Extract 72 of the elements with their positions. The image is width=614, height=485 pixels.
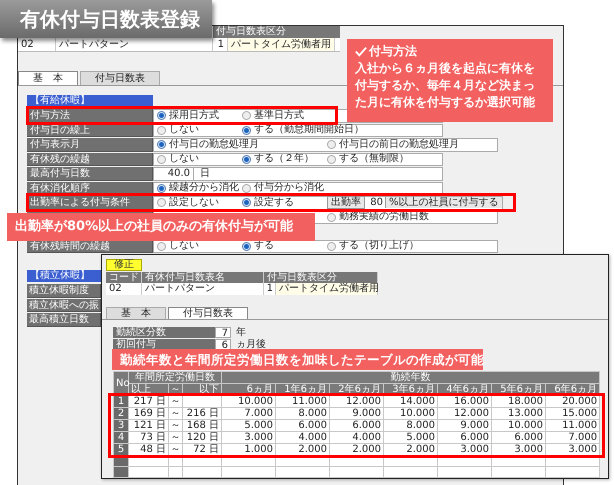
table-cell: 5.000 <box>222 420 276 432</box>
field-label: 最高付与日数 <box>27 167 153 180</box>
table-cell: 4.000 <box>330 432 384 444</box>
field-label: 付与表示月 <box>27 138 153 152</box>
unit-label: ヵ月後 <box>235 339 266 350</box>
field-label: 付与方法 <box>27 109 153 122</box>
column-header: コード <box>106 272 142 283</box>
callout-title: 付与方法 <box>369 43 417 60</box>
field-label: 最高積立日数 <box>27 313 101 326</box>
table-cell: 7.000 <box>222 408 276 420</box>
table-cell: 12.000 <box>330 396 384 408</box>
rate-label: 出勤率 <box>327 196 365 210</box>
row-number: 3 <box>114 420 128 432</box>
table-cell: 3.000 <box>222 432 276 444</box>
row-number: 2 <box>114 408 128 420</box>
rate-description: %以上の社員に付与する <box>385 197 502 208</box>
table-cell: 10.000 <box>492 420 546 432</box>
table-cell: 6.000 <box>438 432 492 444</box>
field-label: 勤続区分数 <box>113 327 215 338</box>
unit-label: 年 <box>235 327 246 338</box>
table-cell: 11.000 <box>276 396 330 408</box>
row-number: 4 <box>114 432 128 444</box>
table-cell: 14.000 <box>384 396 438 408</box>
unit-label: 日 <box>199 168 210 180</box>
field-label: 積立休暇への振 <box>27 298 101 312</box>
column-header: 付与日数表区分 <box>213 26 340 38</box>
table-cell: 2.000 <box>330 444 384 456</box>
table-cell: 02 <box>106 283 142 295</box>
table-cell: 5.000 <box>384 432 438 444</box>
table-cell: 20.000 <box>546 396 600 408</box>
field-label: 出勤率による付与条件 <box>27 196 153 210</box>
table-cell: 16.000 <box>438 396 492 408</box>
table-cell: 13.000 <box>492 408 546 420</box>
table-cell: 10.000 <box>222 396 276 408</box>
table-cell: 3.000 <box>438 444 492 456</box>
table-cell: 7.000 <box>546 432 600 444</box>
table-cell: 9.000 <box>438 420 492 432</box>
callout-text: 入社から６ヵ月後を起点に有休を付与するか、毎年４月など決まった月に有休を付与するか選択可能 <box>355 60 536 111</box>
table-cell: 4.000 <box>276 432 330 444</box>
table-cell: 9.000 <box>330 408 384 420</box>
column-header: 年間所定労働日数 <box>128 372 222 384</box>
table-cell: 8.000 <box>276 408 330 420</box>
table-cell: 6.000 <box>330 420 384 432</box>
section-heading: 【有給休暇】 <box>27 95 153 107</box>
table-cell: 15.000 <box>546 408 600 420</box>
field-label: 初回付与 <box>113 339 215 350</box>
table-cell: 11.000 <box>546 420 600 432</box>
table-cell: パートタイム労働者用 <box>228 38 335 51</box>
table-cell: 18.000 <box>492 396 546 408</box>
table-cell: 6.000 <box>276 420 330 432</box>
table-cell: 12.000 <box>438 408 492 420</box>
column-header: 有休付与日数表名 <box>142 272 264 283</box>
row-number: 5 <box>114 444 128 456</box>
column-header: 勤続年数 <box>222 372 600 384</box>
column-header: 付与日数表区分 <box>264 272 378 283</box>
row-number: 1 <box>114 396 128 408</box>
table-cell: パートパターン <box>56 38 213 51</box>
field-label: 有休残の繰越 <box>27 152 153 166</box>
table-cell: 1.000 <box>222 444 276 456</box>
table-cell: 02 <box>18 38 56 51</box>
page-title: 有休付与日数表登録 <box>0 0 212 38</box>
table-cell: 6.000 <box>492 432 546 444</box>
table-cell: 3.000 <box>546 444 600 456</box>
table-cell: 8.000 <box>384 420 438 432</box>
field-label: 積立休暇制度 <box>27 284 101 298</box>
table-cell: 10.000 <box>384 408 438 420</box>
table-cell: 3.000 <box>492 444 546 456</box>
table-cell: 2.000 <box>276 444 330 456</box>
callout-text: 出勤率が80%以上の社員のみの有休付与が可能 <box>15 218 294 236</box>
table-cell: パートパターン <box>142 283 264 295</box>
table-cell: 2.000 <box>384 444 438 456</box>
table-cell: パートタイム労働者用 <box>276 283 378 295</box>
